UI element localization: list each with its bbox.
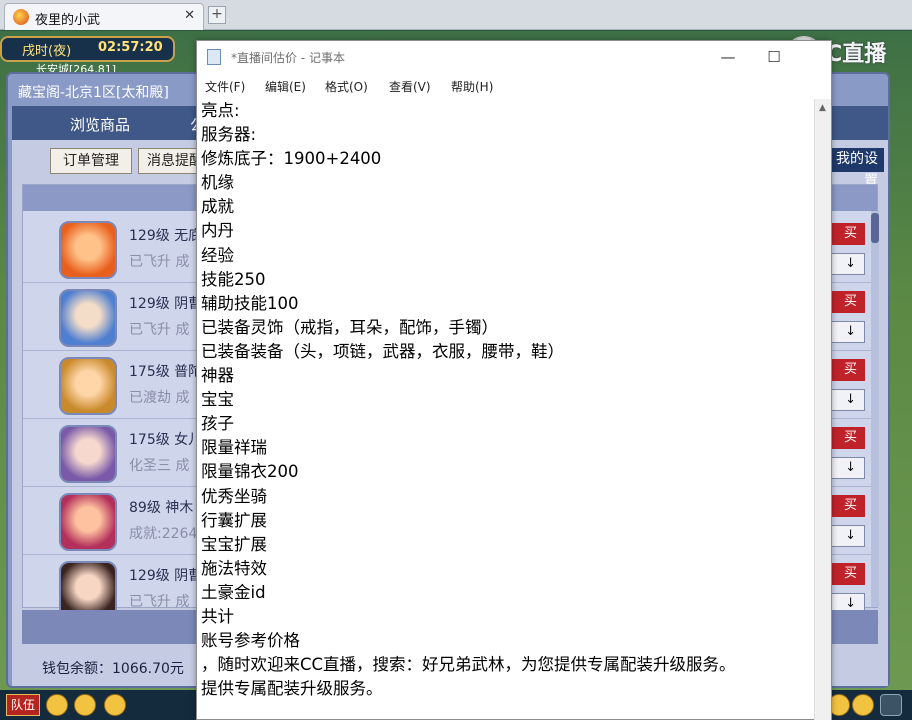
avatar [59, 357, 117, 415]
avatar [59, 221, 117, 279]
text-line: 共计 [201, 606, 234, 626]
orders-button[interactable]: 订单管理 [50, 148, 132, 174]
settings-gear-icon[interactable] [880, 694, 902, 716]
text-line: 孩子 [201, 414, 234, 434]
expand-button[interactable]: ↓ [829, 457, 865, 479]
text-line: 成就 [201, 197, 234, 217]
row-status: 已飞升 成 [129, 322, 190, 338]
text-line: 提供专属配装升级服务。 [201, 679, 383, 699]
text-line: 行囊扩展 [201, 510, 267, 530]
row-level: 175级 女儿 [129, 432, 203, 448]
notepad-menubar: 文件(F) 编辑(E) 格式(O) 查看(V) 帮助(H) [197, 73, 831, 99]
buy-button[interactable]: 买 [829, 427, 865, 449]
text-line: 宝宝 [201, 390, 234, 410]
settings-button[interactable]: 我的设置 [824, 148, 884, 189]
notepad-titlebar[interactable]: *直播间估价 - 记事本 — ☐ [197, 41, 831, 73]
scroll-up-arrow-icon[interactable]: ▲ [819, 103, 826, 113]
avatar [59, 289, 117, 347]
avatar [59, 493, 117, 551]
text-line: 技能250 [201, 269, 266, 289]
text-line: 修炼底子：1900+2400 [201, 149, 382, 169]
row-level: 129级 无底 [129, 228, 203, 244]
expand-button[interactable]: ↓ [829, 321, 865, 343]
expand-button[interactable]: ↓ [829, 253, 865, 275]
expand-button[interactable]: ↓ [829, 525, 865, 547]
text-line: 服务器: [201, 125, 257, 145]
text-line: 辅助技能100 [201, 293, 299, 313]
text-line: 施法特效 [201, 558, 267, 578]
text-line: 亮点: [201, 101, 240, 120]
row-status: 已飞升 成 [129, 594, 190, 610]
text-line: 已装备装备（头，项链，武器，衣服，腰带，鞋） [201, 341, 564, 361]
text-line: 限量祥瑞 [201, 438, 267, 458]
row-status: 已渡劫 成 [129, 390, 190, 406]
voice-icon[interactable] [46, 694, 68, 716]
row-level: 89级 神木 [129, 500, 194, 516]
browser-tab-title: 夜里的小武 [35, 13, 101, 28]
new-tab-button[interactable]: + [208, 6, 226, 24]
buy-button[interactable]: 买 [829, 291, 865, 313]
text-line: 内丹 [201, 221, 234, 241]
row-status: 化圣三 成 [129, 458, 190, 474]
tab-browse-goods[interactable]: 浏览商品 [70, 114, 130, 135]
expand-button[interactable]: ↓ [829, 389, 865, 411]
text-line: 已装备灵饰（戒指，耳朵，配饰，手镯） [201, 317, 498, 337]
row-level: 129级 阴曹 [129, 568, 203, 584]
text-line: 经验 [201, 245, 234, 265]
text-line: ，随时欢迎来CC直播，搜索：好兄弟武林，为您提供专属配装升级服务。 [201, 655, 736, 675]
maximize-button[interactable]: ☐ [751, 43, 797, 71]
browser-tab[interactable]: 夜里的小武 ✕ [4, 3, 204, 30]
menu-file[interactable]: 文件(F) [205, 78, 245, 95]
team-button[interactable]: 队伍 [6, 694, 40, 716]
text-line: 土豪金id [201, 582, 266, 602]
avatar [59, 425, 117, 483]
wallet-balance: 钱包余额：1066.70元 [42, 661, 184, 677]
game-time-label: 戌时(夜) [22, 44, 72, 59]
notepad-text-area[interactable]: 亮点: 服务器: 修炼底子：1900+2400 机缘 成就 内丹 经验 技能25… [201, 99, 807, 720]
text-line: 机缘 [201, 173, 234, 193]
notepad-title: *直播间估价 - 记事本 [231, 51, 345, 65]
list-scrollbar[interactable] [871, 211, 879, 607]
notepad-scrollbar[interactable]: ▲ [814, 99, 831, 720]
text-line: 限量锦衣200 [201, 462, 299, 482]
panel-title: 藏宝阁-北京1区[太和殿] [18, 85, 169, 101]
text-line: 宝宝扩展 [201, 534, 267, 554]
row-status: 已飞升 成 [129, 254, 190, 270]
menu-edit[interactable]: 编辑(E) [265, 78, 306, 95]
buy-button[interactable]: 买 [829, 223, 865, 245]
text-line: 优秀坐骑 [201, 486, 267, 506]
game-logo-icon [13, 9, 29, 25]
menu-help[interactable]: 帮助(H) [451, 78, 493, 95]
system-icon[interactable] [852, 694, 874, 716]
text-line: 账号参考价格 [201, 631, 300, 651]
chat-icon[interactable] [74, 694, 96, 716]
browser-tab-bar: 夜里的小武 ✕ + [0, 0, 912, 30]
row-level: 129级 阴曹 [129, 296, 203, 312]
buy-button[interactable]: 买 [829, 495, 865, 517]
notepad-icon [207, 49, 221, 65]
list-scroll-thumb[interactable] [871, 213, 879, 243]
text-line: 神器 [201, 366, 234, 386]
buy-button[interactable]: 买 [829, 359, 865, 381]
notepad-window: *直播间估价 - 记事本 — ☐ 文件(F) 编辑(E) 格式(O) 查看(V)… [196, 40, 832, 720]
row-status: 成就:2264 [129, 526, 198, 542]
minimize-button[interactable]: — [705, 43, 751, 71]
buy-button[interactable]: 买 [829, 563, 865, 585]
row-level: 175级 普陀 [129, 364, 203, 380]
game-clock: 02:57:20 [98, 40, 163, 55]
menu-view[interactable]: 查看(V) [389, 78, 431, 95]
emote-icon[interactable] [104, 694, 126, 716]
menu-format[interactable]: 格式(O) [325, 78, 368, 95]
close-tab-icon[interactable]: ✕ [184, 8, 195, 23]
